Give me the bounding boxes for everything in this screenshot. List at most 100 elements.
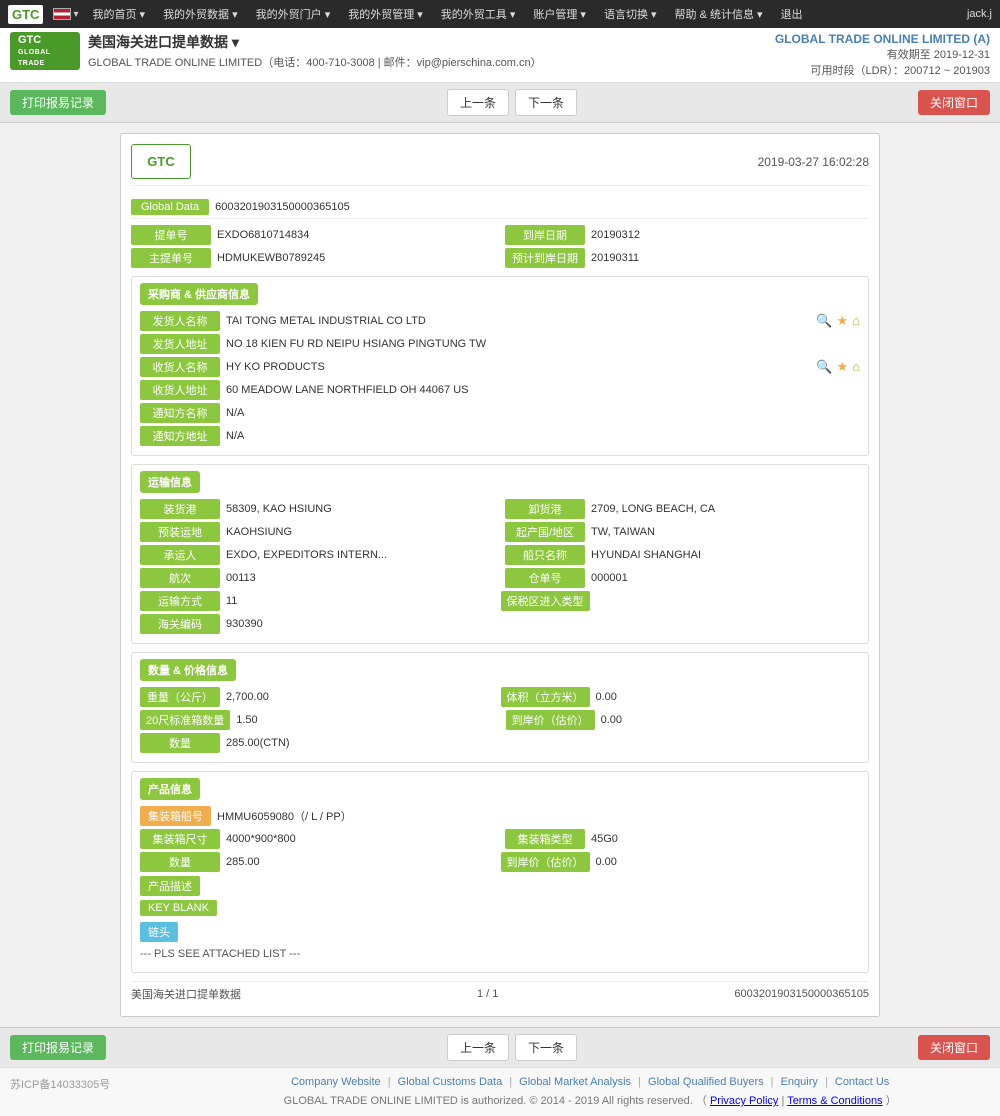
bottom-page-num: 1 / 1 (477, 988, 498, 1000)
notify-addr-label: 通知方地址 (140, 426, 220, 446)
weight-row: 重量（公斤） 2,700.00 体积（立方米） 0.00 (140, 687, 860, 707)
top-toolbar: 打印报易记录 上一条 下一条 关闭窗口 (0, 83, 1000, 123)
notify-name-row: 通知方名称 N/A (140, 403, 860, 423)
est-arrival-value: 20190311 (591, 252, 869, 264)
bottom-record-id: 6003201903150000365105 (734, 988, 869, 1000)
container-size-value: 4000*900*800 (226, 833, 495, 845)
delivery-price-value: 0.00 (596, 856, 861, 868)
container-20-label: 20尺标准箱数量 (140, 710, 230, 730)
footer-link-buyers[interactable]: Global Qualified Buyers (648, 1076, 764, 1088)
footer-privacy[interactable]: Privacy Policy (710, 1095, 778, 1107)
master-bill-value: HDMUKEWB0789245 (217, 252, 495, 264)
footer-link-contact[interactable]: Contact Us (835, 1076, 889, 1088)
consignee-addr-row: 收货人地址 60 MEADOW LANE NORTHFIELD OH 44067… (140, 380, 860, 400)
delivery-price-label: 到岸价（估价） (501, 852, 590, 872)
footer-link-enquiry[interactable]: Enquiry (781, 1076, 818, 1088)
customs-code-row: 海关编码 930390 (140, 614, 860, 634)
product-desc-label: 产品描述 (140, 876, 200, 896)
notify-addr-value: N/A (226, 430, 860, 442)
footer-link-market[interactable]: Global Market Analysis (519, 1076, 631, 1088)
nav-home[interactable]: 我的首页 ▾ (84, 2, 153, 26)
prev-button-bottom[interactable]: 上一条 (447, 1034, 509, 1061)
global-data-row: Global Data 6003201903150000365105 (131, 196, 869, 219)
valid-until: 有效期至 2019-12-31 (775, 46, 990, 62)
est-arrival-label: 预计到岸日期 (505, 248, 585, 268)
container-badge-value: HMMU6059080（/ L / PP） (217, 808, 860, 824)
notify-name-value: N/A (226, 407, 860, 419)
consignee-home-icon[interactable]: ⌂ (852, 359, 860, 375)
page-header: GTCGLOBAL TRADE 美国海关进口提单数据 ▾ GLOBAL TRAD… (0, 28, 1000, 83)
nav-account[interactable]: 账户管理 ▾ (525, 2, 594, 26)
shipper-home-icon[interactable]: ⌂ (852, 313, 860, 329)
nav-language[interactable]: 语言切换 ▾ (596, 2, 665, 26)
load-port-row: 装货港 58309, KAO HSIUNG 卸货港 2709, LONG BEA… (140, 499, 860, 519)
footer-link-company[interactable]: Company Website (291, 1076, 381, 1088)
footer-link-customs[interactable]: Global Customs Data (398, 1076, 503, 1088)
print-button-bottom[interactable]: 打印报易记录 (10, 1035, 106, 1060)
customs-code-label: 海关编码 (140, 614, 220, 634)
shipper-star-icon[interactable]: ★ (836, 313, 848, 329)
product-qty-value: 285.00 (226, 856, 491, 868)
quantity-price-title: 数量 & 价格信息 (140, 659, 236, 681)
nav-manage[interactable]: 我的外贸管理 ▾ (340, 2, 431, 26)
next-button[interactable]: 下一条 (515, 89, 577, 116)
product-qty-row: 数量 285.00 到岸价（估价） 0.00 (140, 852, 860, 872)
origin-value: TW, TAIWAN (591, 526, 860, 538)
nav-logout[interactable]: 退出 (773, 2, 811, 26)
notify-addr-row: 通知方地址 N/A (140, 426, 860, 446)
consignee-addr-label: 收货人地址 (140, 380, 220, 400)
shipper-name-row: 发货人名称 TAI TONG METAL INDUSTRIAL CO LTD 🔍… (140, 311, 860, 331)
footer: 苏ICP备14033305号 Company Website | Global … (0, 1067, 1000, 1116)
shipper-search-icon[interactable]: 🔍 (816, 313, 832, 329)
container-type-value: 45G0 (591, 833, 860, 845)
print-button[interactable]: 打印报易记录 (10, 90, 106, 115)
page-title: 美国海关进口提单数据 ▾ (88, 32, 542, 52)
close-button[interactable]: 关闭窗口 (918, 90, 990, 115)
transport-mode-value: 11 (226, 595, 491, 607)
vessel-label: 船只名称 (505, 545, 585, 565)
consignee-search-icon[interactable]: 🔍 (816, 359, 832, 375)
nav-trade-data[interactable]: 我的外贸数据 ▾ (155, 2, 246, 26)
global-data-value: 6003201903150000365105 (215, 201, 350, 213)
record-box: GTC 2019-03-27 16:02:28 Global Data 6003… (120, 133, 880, 1017)
voyage-value: 00113 (226, 572, 495, 584)
flag-selector[interactable]: ▾ (53, 8, 78, 20)
load-place-value: KAOHSIUNG (226, 526, 495, 538)
transport-mode-row: 运输方式 11 保税区进入类型 (140, 591, 860, 611)
nav-logo[interactable]: GTC (8, 5, 43, 24)
shipper-name-label: 发货人名称 (140, 311, 220, 331)
nav-help[interactable]: 帮助 & 统计信息 ▾ (667, 2, 771, 26)
arrival-date-label: 到岸日期 (505, 225, 585, 245)
next-button-bottom[interactable]: 下一条 (515, 1034, 577, 1061)
voyage-label: 航次 (140, 568, 220, 588)
arrival-price-label: 到岸价（估价） (506, 710, 595, 730)
buyer-supplier-title: 采购商 & 供应商信息 (140, 283, 258, 305)
product-qty-label: 数量 (140, 852, 220, 872)
bill-section: 提单号 EXDO6810714834 到岸日期 20190312 主提单号 HD… (131, 225, 869, 268)
volume-value: 0.00 (596, 691, 861, 703)
bonded-label: 保税区进入类型 (501, 591, 590, 611)
record-datetime: 2019-03-27 16:02:28 (758, 155, 869, 169)
consignee-name-value: HY KO PRODUCTS (226, 361, 810, 373)
nav-portal[interactable]: 我的外贸门户 ▾ (248, 2, 339, 26)
voyage-row: 航次 00113 仓单号 000001 (140, 568, 860, 588)
bottom-page-label: 美国海关进口提单数据 (131, 986, 241, 1002)
global-data-label: Global Data (131, 199, 209, 215)
discharge-port-label: 卸货港 (505, 499, 585, 519)
nav-tools[interactable]: 我的外贸工具 ▾ (433, 2, 524, 26)
close-button-bottom[interactable]: 关闭窗口 (918, 1035, 990, 1060)
consignee-name-label: 收货人名称 (140, 357, 220, 377)
footer-terms[interactable]: Terms & Conditions (787, 1095, 882, 1107)
qty-value: 285.00(CTN) (226, 737, 860, 749)
prev-button[interactable]: 上一条 (447, 89, 509, 116)
bill-row: 提单号 EXDO6810714834 到岸日期 20190312 (131, 225, 869, 245)
arrival-date-value: 20190312 (591, 229, 869, 241)
container-badge-label: 集装箱船号 (140, 806, 211, 826)
volume-label: 体积（立方米） (501, 687, 590, 707)
shipper-name-value: TAI TONG METAL INDUSTRIAL CO LTD (226, 315, 810, 327)
buyer-supplier-section: 采购商 & 供应商信息 发货人名称 TAI TONG METAL INDUSTR… (131, 276, 869, 456)
main-content: GTC 2019-03-27 16:02:28 Global Data 6003… (0, 123, 1000, 1027)
container-type-label: 集装箱类型 (505, 829, 585, 849)
customs-code-value: 930390 (226, 618, 860, 630)
consignee-star-icon[interactable]: ★ (836, 359, 848, 375)
